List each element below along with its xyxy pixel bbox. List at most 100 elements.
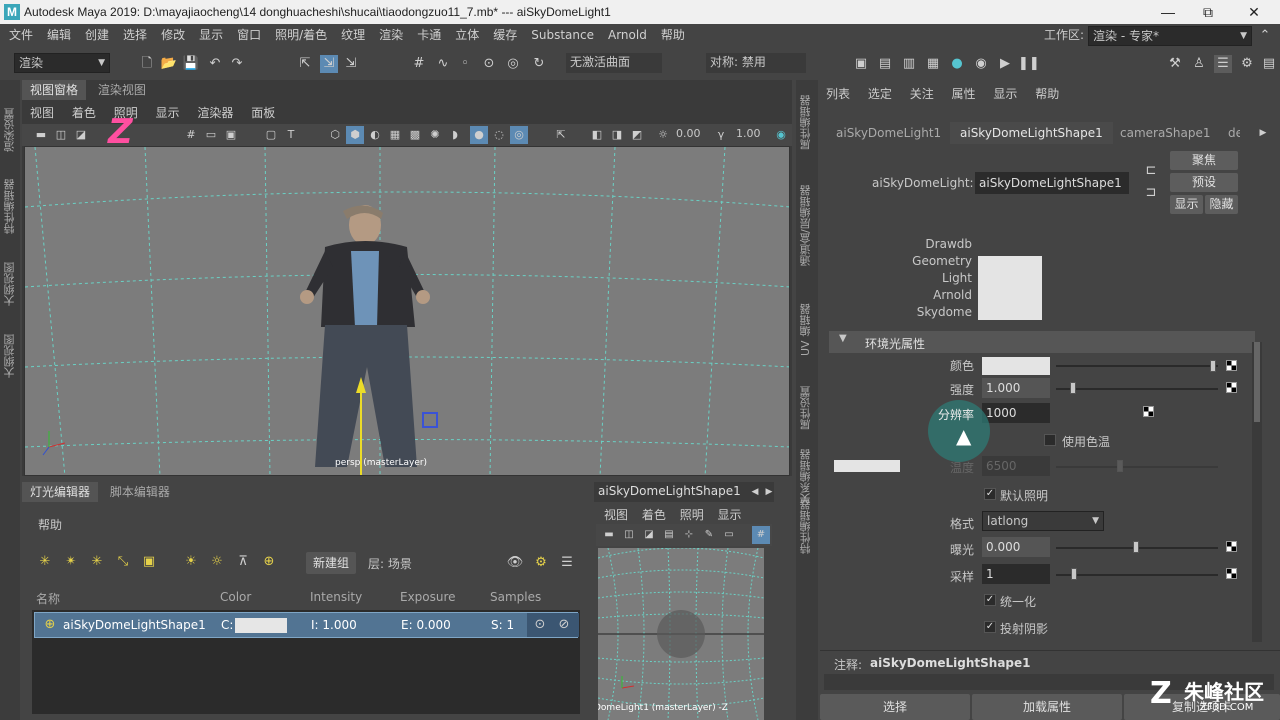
load-attributes-button[interactable]: 加载属性 [972, 694, 1122, 720]
isolate-icon[interactable]: 👁 [506, 554, 524, 572]
ae-tab-camera-shape[interactable]: cameraShape1 [1110, 122, 1221, 144]
safe-action-icon[interactable]: ▢ [262, 126, 280, 144]
point-light-icon[interactable]: ✳ [88, 553, 106, 571]
col-intensity[interactable]: Intensity [310, 590, 362, 604]
camera-icon[interactable]: ▬ [32, 126, 50, 144]
ambient-occlusion-icon[interactable]: ● [470, 126, 488, 144]
mini-menu-view[interactable]: 视图 [604, 506, 628, 523]
sidebar-tab-channel-box[interactable]: 通道盒/层编辑器 [798, 176, 814, 266]
grease-pencil-icon[interactable]: ✎ [700, 526, 718, 544]
shade-wire-icon[interactable]: ◐ [366, 126, 384, 144]
menu-item-5[interactable]: 显示 [192, 24, 230, 46]
exposure-slider-knob[interactable] [1133, 541, 1139, 553]
xray-joints-icon[interactable]: ◨ [608, 126, 626, 144]
menu-item-7[interactable]: 照明/着色 [268, 24, 334, 46]
snap-point-icon[interactable]: ◦ [456, 55, 474, 73]
symmetry-dropdown[interactable]: 对称: 禁用 [706, 53, 806, 73]
render-settings-icon[interactable]: ▦ [924, 55, 942, 73]
select-button[interactable]: 选择 [820, 694, 970, 720]
ae-menu-show[interactable]: 显示 [993, 85, 1017, 102]
color-slider-track[interactable] [1056, 365, 1218, 367]
ae-menu-help[interactable]: 帮助 [1035, 85, 1059, 102]
select-hierarchy-icon[interactable]: ⇱ [296, 55, 314, 73]
color-management-icon[interactable]: ◉ [772, 126, 790, 144]
snap-surface-icon[interactable]: ◎ [504, 55, 522, 73]
bookmark-icon[interactable]: ◪ [640, 526, 658, 544]
menu-panels[interactable]: 面板 [251, 104, 275, 121]
col-color[interactable]: Color [220, 590, 251, 604]
ipr-render-icon[interactable]: ▥ [900, 55, 918, 73]
snap-curve-icon[interactable]: ∿ [434, 55, 452, 73]
save-scene-icon[interactable]: 💾 [182, 55, 200, 73]
light-exposure[interactable]: E: 0.000 [401, 613, 451, 637]
manipulator-handle[interactable] [422, 412, 438, 428]
motion-blur-icon[interactable]: ◌ [490, 126, 508, 144]
checker-icon[interactable]: ▩ [406, 126, 424, 144]
lights-icon[interactable]: ✺ [426, 126, 444, 144]
light-viewport[interactable]: DomeLight1 (masterLayer) -Z [598, 548, 764, 720]
directional-light-icon[interactable]: ⤡ [114, 553, 132, 571]
presets-button[interactable]: 预设 [1170, 173, 1238, 192]
gamma-field[interactable]: 1.00 [736, 127, 761, 140]
modeling-toolkit-icon[interactable]: ⚒ [1166, 55, 1184, 73]
photometric-light-icon[interactable]: ⊼ [234, 553, 252, 571]
grid-icon[interactable]: # [752, 526, 770, 544]
menu-show[interactable]: 显示 [156, 104, 180, 121]
exposure-map-button[interactable] [1226, 541, 1237, 552]
use-color-temp-checkbox[interactable] [1044, 434, 1056, 446]
character-figure[interactable] [300, 205, 430, 467]
intensity-field[interactable]: 1.000 [982, 378, 1050, 398]
undo-icon[interactable]: ↶ [206, 55, 224, 73]
chevron-up-icon[interactable]: ⌃ [1256, 27, 1274, 45]
spot-light-icon[interactable]: ✴ [62, 553, 80, 571]
intensity-slider-track[interactable] [1056, 388, 1218, 390]
ae-tab-transform[interactable]: aiSkyDomeLight1 [826, 122, 951, 144]
close-button[interactable]: ✕ [1234, 0, 1274, 24]
ae-menu-selected[interactable]: 选定 [868, 85, 892, 102]
film-gate-icon[interactable]: ▭ [202, 126, 220, 144]
pause-icon[interactable]: ❚❚ [1018, 55, 1040, 73]
menu-item-15[interactable]: 帮助 [654, 24, 692, 46]
solo-icon[interactable]: ⊙ [531, 616, 549, 634]
physical-sky-icon[interactable]: ☼ [208, 553, 226, 571]
two-d-pan-icon[interactable]: ⊹ [680, 526, 698, 544]
sidebar-tab-outliner[interactable]: 大纲视图 [2, 246, 18, 306]
history-icon[interactable]: ↻ [530, 55, 548, 73]
minimize-button[interactable]: — [1148, 0, 1188, 24]
wireframe-icon[interactable]: ⬡ [326, 126, 344, 144]
skydome-light-icon[interactable]: ⊕ [260, 553, 278, 571]
focus-button[interactable]: 聚焦 [1170, 151, 1238, 170]
tab-light-editor[interactable]: 灯光编辑器 [22, 482, 99, 502]
samples-slider-knob[interactable] [1071, 568, 1077, 580]
ae-scrollbar[interactable] [1252, 342, 1262, 642]
menu-renderer[interactable]: 渲染器 [197, 104, 233, 121]
new-group-button[interactable]: 新建组 [306, 552, 356, 574]
lookthrough-icon[interactable]: ⚙ [532, 554, 550, 572]
channel-box-icon[interactable]: ▤ [1260, 55, 1278, 73]
camera-attrs-icon[interactable]: ◫ [52, 126, 70, 144]
safe-title-icon[interactable]: T [282, 126, 300, 144]
light-intensity[interactable]: I: 1.000 [311, 613, 357, 637]
menu-item-0[interactable]: 文件 [2, 24, 40, 46]
menu-item-2[interactable]: 创建 [78, 24, 116, 46]
mini-menu-lighting[interactable]: 照明 [680, 506, 704, 523]
open-scene-icon[interactable]: 📂 [160, 55, 178, 73]
menu-item-14[interactable]: Arnold [601, 24, 654, 46]
xray-icon[interactable]: ◧ [588, 126, 606, 144]
menu-item-13[interactable]: Substance [524, 24, 601, 46]
sun-light-icon[interactable]: ☀ [182, 553, 200, 571]
snap-grid-icon[interactable]: # [410, 55, 428, 73]
restore-button[interactable]: ⧉ [1188, 0, 1228, 24]
grid-icon[interactable]: # [182, 126, 200, 144]
textured-icon[interactable]: ▦ [386, 126, 404, 144]
image-plane-icon[interactable]: ▤ [660, 526, 678, 544]
bookmark-icon[interactable]: ◪ [72, 126, 90, 144]
exposure-icon[interactable]: ☼ [654, 126, 672, 144]
samples-field[interactable]: 1 [982, 564, 1050, 584]
menu-item-6[interactable]: 窗口 [230, 24, 268, 46]
intensity-map-button[interactable] [1226, 382, 1237, 393]
chevron-right-icon[interactable]: ▶ [1254, 124, 1272, 142]
mute-icon[interactable]: ⊘ [555, 616, 573, 634]
section-header-light-attributes[interactable]: ▼ 环境光属性 [829, 331, 1255, 353]
chevron-right-icon[interactable]: ▶ [760, 483, 778, 501]
